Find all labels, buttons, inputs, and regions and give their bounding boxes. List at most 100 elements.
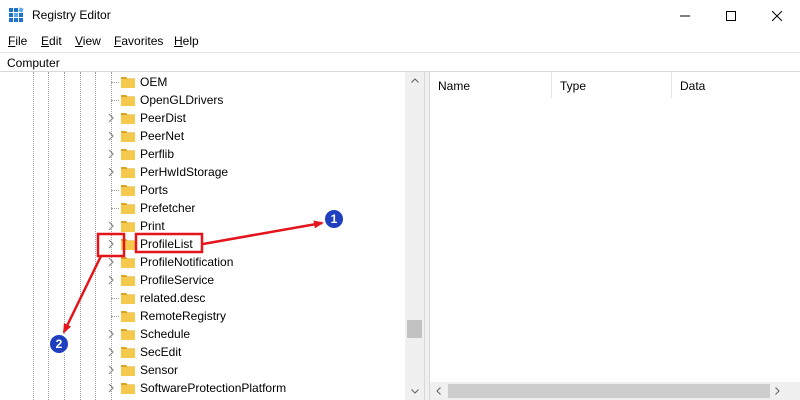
tree-item-label[interactable]: PeerDist — [140, 111, 186, 125]
tree-item-label[interactable]: OEM — [140, 75, 167, 89]
tree-item[interactable]: Print — [0, 217, 404, 235]
tree-item[interactable]: RemoteRegistry — [0, 307, 404, 325]
tree-item[interactable]: SoftwareProtectionPlatform — [0, 379, 404, 397]
tree-item[interactable]: Ports — [0, 181, 404, 199]
tree-item[interactable]: PerHwIdStorage — [0, 163, 404, 181]
scroll-down-icon — [410, 389, 419, 394]
folder-icon — [121, 203, 135, 214]
close-icon — [772, 10, 782, 21]
tree-item-label[interactable]: PeerNet — [140, 129, 184, 143]
folder-icon — [121, 131, 135, 142]
expand-chevron-icon[interactable] — [105, 274, 117, 286]
menu-bar: File Edit View Favorites Help — [0, 31, 800, 51]
menu-edit-accel: E — [41, 34, 50, 48]
tree-item-label[interactable]: SecEdit — [140, 345, 181, 359]
maximize-button[interactable] — [708, 0, 754, 31]
tree-item-label[interactable]: RemoteRegistry — [140, 309, 226, 323]
tree-vertical-scrollbar[interactable] — [405, 72, 424, 400]
tree-item[interactable]: OEM — [0, 73, 404, 91]
expand-chevron-icon[interactable] — [105, 364, 117, 376]
tree-item[interactable]: Prefetcher — [0, 199, 404, 217]
tree-item-label[interactable]: Print — [140, 219, 165, 233]
horizontal-scroll-thumb[interactable] — [448, 384, 770, 398]
list-horizontal-scrollbar[interactable] — [430, 382, 800, 400]
expand-chevron-icon[interactable] — [105, 238, 117, 250]
tree-item[interactable]: SecEdit — [0, 343, 404, 361]
expand-chevron-icon[interactable] — [105, 328, 117, 340]
values-list[interactable]: Name Type Data — [430, 72, 800, 400]
tree-connector-line — [111, 208, 119, 209]
tree-item-label[interactable]: Ports — [140, 183, 168, 197]
folder-icon — [121, 293, 135, 304]
registry-tree[interactable]: OEM OpenGLDrivers PeerDist PeerNet Perflib Pe… — [0, 72, 424, 400]
tree-item-label[interactable]: Perflib — [140, 147, 174, 161]
tree-item-label[interactable]: ProfileService — [140, 273, 214, 287]
tree-item[interactable]: Schedule — [0, 325, 404, 343]
expand-chevron-icon[interactable] — [105, 112, 117, 124]
folder-icon — [121, 275, 135, 286]
tree-item-label[interactable]: Schedule — [140, 327, 190, 341]
window-title: Registry Editor — [32, 8, 111, 22]
menu-edit[interactable]: Edit — [41, 34, 62, 48]
scroll-up-button[interactable] — [405, 72, 424, 89]
minimize-icon — [680, 15, 690, 16]
folder-icon — [121, 77, 135, 88]
scroll-left-button[interactable] — [430, 382, 447, 400]
folder-icon — [121, 95, 135, 106]
tree-item[interactable]: PeerNet — [0, 127, 404, 145]
tree-item-label[interactable]: ProfileNotification — [140, 255, 233, 269]
expand-chevron-icon[interactable] — [105, 220, 117, 232]
folder-icon — [121, 185, 135, 196]
folder-icon — [121, 149, 135, 160]
folder-icon — [121, 257, 135, 268]
folder-icon — [121, 365, 135, 376]
scroll-right-icon — [775, 387, 780, 395]
menu-view-rest: iew — [82, 34, 101, 48]
menu-help-accel: H — [174, 34, 183, 48]
folder-icon — [121, 329, 135, 340]
menu-view-accel: V — [75, 34, 83, 48]
menu-file[interactable]: File — [8, 34, 27, 48]
maximize-icon — [726, 10, 736, 21]
tree-connector-line — [111, 100, 119, 101]
scroll-down-button[interactable] — [405, 383, 424, 400]
tree-item[interactable]: ProfileNotification — [0, 253, 404, 271]
tree-item-label[interactable]: PerHwIdStorage — [140, 165, 228, 179]
tree-item-label[interactable]: SoftwareProtectionPlatform — [140, 381, 286, 395]
folder-icon — [121, 221, 135, 232]
scroll-thumb[interactable] — [407, 320, 422, 338]
column-header-data[interactable]: Data — [672, 72, 800, 98]
tree-item-label[interactable]: Sensor — [140, 363, 178, 377]
registry-editor-icon — [9, 7, 24, 22]
tree-item-label[interactable]: ProfileList — [140, 237, 193, 251]
expand-chevron-icon[interactable] — [105, 130, 117, 142]
minimize-button[interactable] — [662, 0, 708, 31]
menu-view[interactable]: View — [75, 34, 101, 48]
expand-chevron-icon[interactable] — [105, 166, 117, 178]
scroll-right-button[interactable] — [769, 382, 786, 400]
address-path[interactable]: Computer — [7, 56, 60, 70]
tree-item[interactable]: ProfileList — [0, 235, 404, 253]
tree-item-label[interactable]: related.desc — [140, 291, 205, 305]
expand-chevron-icon[interactable] — [105, 148, 117, 160]
column-header-name[interactable]: Name — [430, 72, 552, 98]
tree-item[interactable]: Perflib — [0, 145, 404, 163]
expand-chevron-icon[interactable] — [105, 256, 117, 268]
tree-item-label[interactable]: OpenGLDrivers — [140, 93, 223, 107]
menu-favorites[interactable]: Favorites — [114, 34, 163, 48]
close-button[interactable] — [754, 0, 800, 31]
expand-chevron-icon[interactable] — [105, 346, 117, 358]
menu-help[interactable]: Help — [174, 34, 199, 48]
tree-item[interactable]: PeerDist — [0, 109, 404, 127]
tree-item[interactable]: OpenGLDrivers — [0, 91, 404, 109]
tree-connector-line — [111, 298, 119, 299]
title-bar: Registry Editor — [0, 0, 800, 31]
expand-chevron-icon[interactable] — [105, 382, 117, 394]
tree-item[interactable]: ProfileService — [0, 271, 404, 289]
address-bar[interactable]: Computer — [0, 52, 800, 72]
tree-connector-line — [111, 190, 119, 191]
tree-item-label[interactable]: Prefetcher — [140, 201, 195, 215]
tree-item[interactable]: related.desc — [0, 289, 404, 307]
column-header-type[interactable]: Type — [552, 72, 672, 98]
tree-item[interactable]: Sensor — [0, 361, 404, 379]
